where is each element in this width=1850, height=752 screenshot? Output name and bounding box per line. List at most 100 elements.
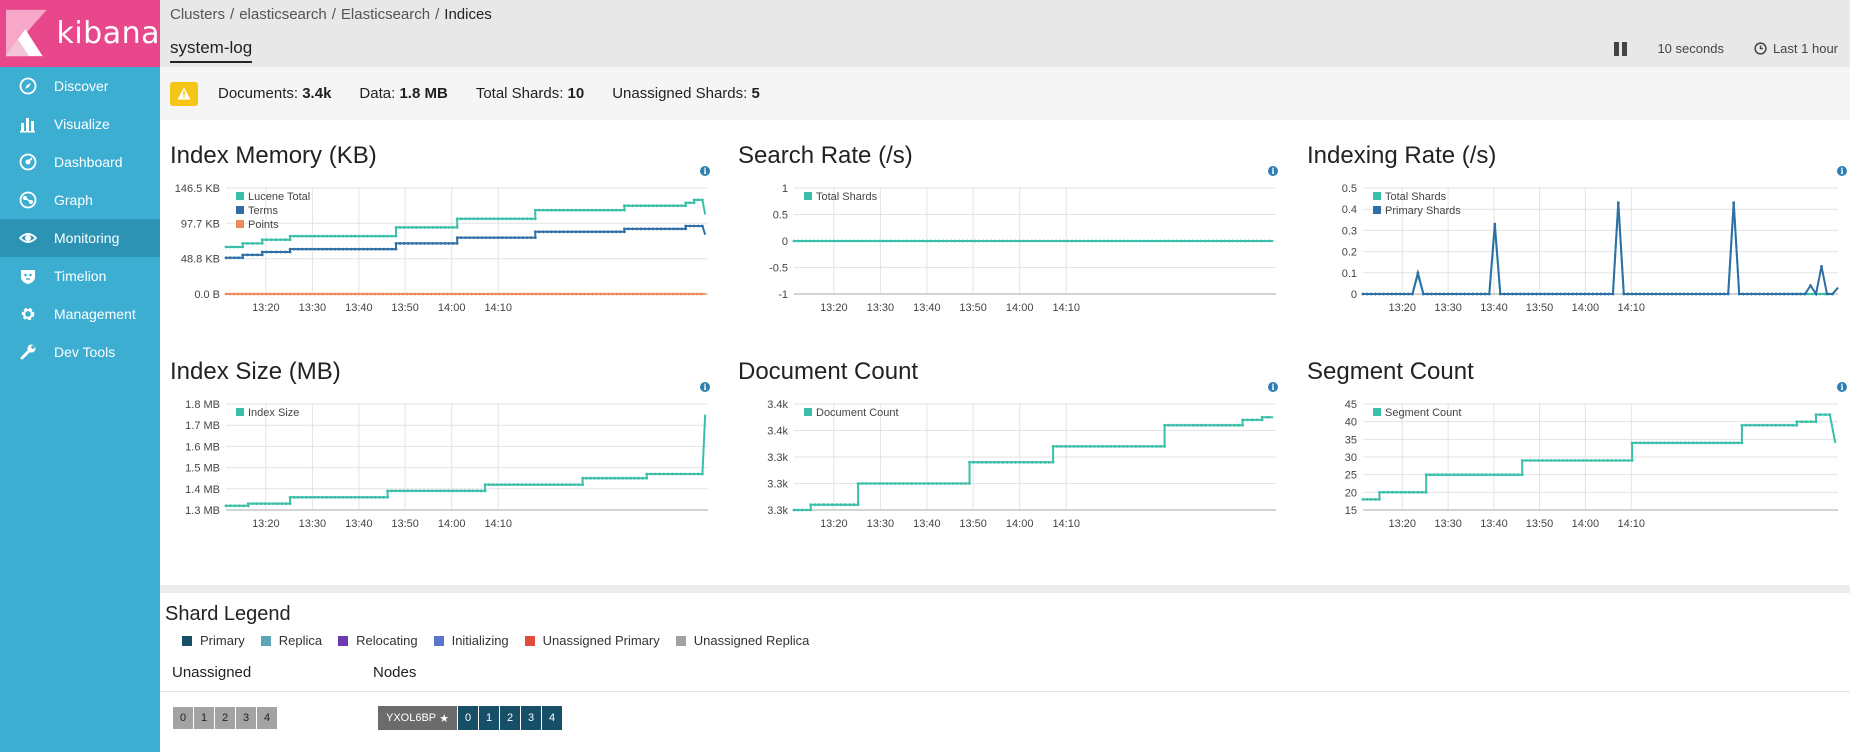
data-point [1774, 423, 1778, 427]
legend-label[interactable]: Terms [248, 205, 278, 217]
info-icon[interactable]: i [700, 166, 710, 176]
data-point [1828, 413, 1832, 416]
data-point [1559, 292, 1562, 296]
x-tick-label: 13:30 [1434, 302, 1462, 314]
sidebar-item-graph[interactable]: Graph [0, 181, 160, 219]
unassigned-shard[interactable]: 2 [215, 707, 235, 729]
sidebar-item-monitoring[interactable]: Monitoring [0, 219, 160, 257]
data-point [1642, 441, 1646, 445]
data-point [402, 242, 406, 245]
data-point [390, 234, 394, 238]
x-tick-label: 14:10 [1617, 518, 1645, 530]
data-point [478, 292, 482, 296]
data-point [801, 508, 804, 512]
breadcrumb-elasticsearch[interactable]: elasticsearch [239, 6, 327, 23]
data-point [386, 234, 390, 238]
data-point [268, 292, 272, 296]
data-point [1598, 459, 1601, 462]
primary-shard[interactable]: 1 [479, 706, 500, 730]
data-point [901, 239, 905, 243]
data-point [984, 460, 988, 464]
data-point [1630, 441, 1634, 445]
data-point [1553, 459, 1557, 462]
legend-label[interactable]: Document Count [816, 407, 899, 419]
unassigned-shard[interactable]: 1 [194, 707, 214, 729]
time-range-picker[interactable]: Last 1 hour [1754, 41, 1838, 56]
data-point [598, 208, 602, 212]
legend-label[interactable]: Lucene Total [248, 191, 310, 203]
data-point [655, 292, 659, 296]
x-tick-label: 14:00 [438, 518, 466, 530]
data-point [341, 495, 345, 499]
sidebar-item-dashboard[interactable]: Dashboard [0, 143, 160, 181]
sidebar-item-timelion[interactable]: Timelion [0, 257, 160, 295]
data-point [1097, 445, 1100, 448]
data-point [972, 460, 976, 464]
kibana-logo[interactable]: kibana [0, 0, 160, 67]
data-point [505, 236, 508, 239]
legend-label[interactable]: Points [248, 219, 279, 231]
data-point [378, 247, 382, 251]
data-point [1369, 292, 1373, 296]
unassigned-shard[interactable]: 0 [173, 707, 193, 729]
timelion-icon [18, 266, 38, 286]
node-name[interactable]: YXOL6BP ★ [378, 706, 458, 730]
data-point [675, 292, 679, 296]
data-point [976, 460, 980, 464]
unassigned-shard[interactable]: 3 [236, 707, 256, 729]
pause-icon[interactable] [1614, 41, 1628, 56]
primary-shard[interactable]: 4 [542, 706, 563, 730]
data-point [430, 489, 434, 493]
primary-shard[interactable]: 0 [458, 706, 479, 730]
sidebar-item-dev-tools[interactable]: Dev Tools [0, 333, 160, 371]
breadcrumb-clusters[interactable]: Clusters [170, 6, 225, 23]
data-point [1422, 292, 1425, 296]
data-point [353, 495, 357, 499]
data-point [263, 502, 267, 505]
data-point [224, 256, 228, 260]
info-icon[interactable]: i [1837, 166, 1847, 176]
breadcrumb-elasticsearch-app[interactable]: Elasticsearch [341, 6, 430, 23]
data-point [1515, 292, 1518, 296]
data-point [1171, 423, 1175, 427]
data-point [1030, 239, 1033, 243]
refresh-interval[interactable]: 10 seconds [1657, 41, 1724, 56]
data-point [1746, 292, 1749, 296]
info-icon[interactable]: i [1268, 382, 1278, 392]
info-icon[interactable]: i [1837, 382, 1847, 392]
data-point [406, 489, 410, 493]
data-point [281, 292, 284, 296]
data-point [577, 483, 580, 486]
summary-bar: Documents: 3.4k Data: 1.8 MB Total Shard… [160, 67, 1850, 120]
info-icon[interactable]: i [1268, 166, 1278, 176]
data-point [321, 292, 324, 296]
data-point [466, 292, 469, 296]
legend-label[interactable]: Total Shards [816, 191, 878, 203]
primary-shard[interactable]: 3 [521, 706, 542, 730]
data-point [1231, 239, 1235, 243]
primary-shard[interactable]: 2 [500, 706, 521, 730]
data-point [980, 460, 984, 464]
sidebar-item-discover[interactable]: Discover [0, 67, 160, 105]
data-point [1203, 239, 1207, 243]
legend-label[interactable]: Primary Shards [1385, 205, 1461, 217]
data-point [467, 489, 471, 493]
data-point [1010, 239, 1013, 243]
sidebar-item-visualize[interactable]: Visualize [0, 105, 160, 143]
legend-label[interactable]: Total Shards [1385, 191, 1447, 203]
sidebar-item-management[interactable]: Management [0, 295, 160, 333]
legend-label[interactable]: Segment Count [1385, 407, 1461, 419]
data-point [645, 476, 649, 480]
info-icon[interactable]: i [700, 382, 710, 392]
x-tick-label: 13:50 [1526, 302, 1554, 314]
data-point [631, 227, 634, 231]
unassigned-shard[interactable]: 4 [257, 707, 277, 729]
data-point [843, 503, 847, 507]
data-point [1537, 459, 1540, 462]
data-point [1227, 239, 1231, 243]
data-point [224, 504, 228, 508]
data-point [1064, 445, 1067, 448]
data-point [546, 230, 549, 234]
x-tick-label: 13:40 [913, 302, 941, 314]
legend-label[interactable]: Index Size [248, 407, 299, 419]
